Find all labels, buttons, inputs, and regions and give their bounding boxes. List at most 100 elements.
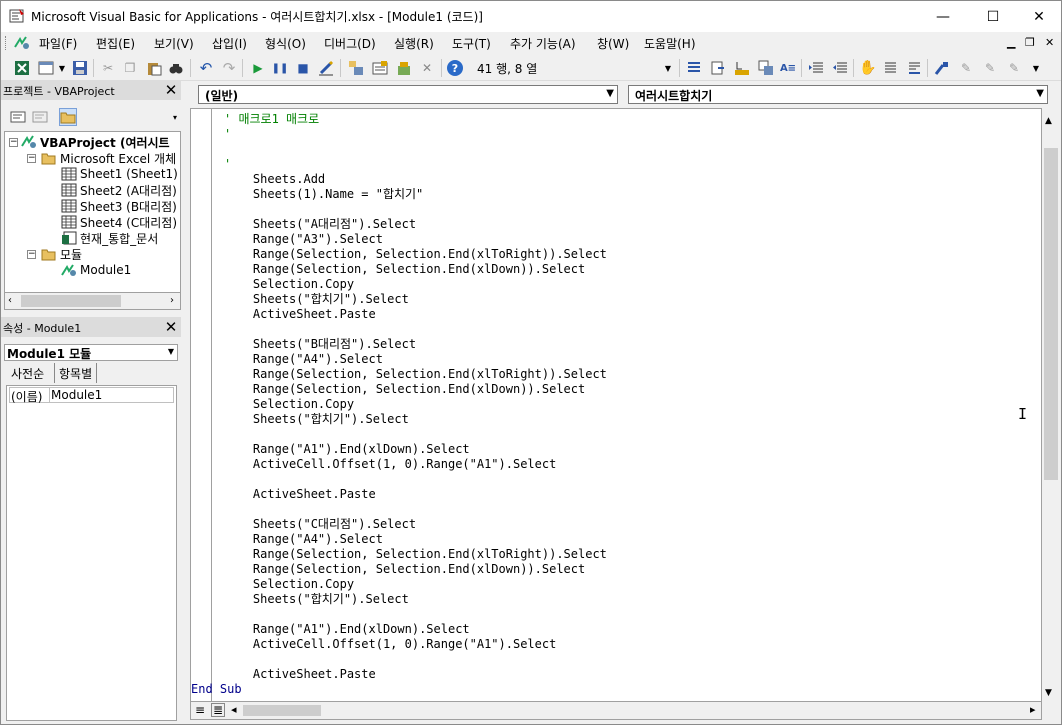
view-object-icon[interactable] — [31, 108, 49, 126]
mdi-restore-button[interactable]: ❐ — [1025, 36, 1035, 49]
code-line[interactable]: Sheets("합치기").Select — [224, 412, 607, 427]
code-line[interactable]: Selection.Copy — [224, 397, 607, 412]
minimize-button[interactable]: — — [920, 1, 966, 32]
code-line[interactable]: Range("A1").End(xlDown).Select — [224, 622, 607, 637]
code-line[interactable]: ' — [224, 127, 607, 142]
code-line[interactable]: Range("A3").Select — [224, 232, 607, 247]
tree-node-sheet4[interactable]: Sheet4 (C대리점) — [61, 214, 177, 230]
code-line[interactable]: Range(Selection, Selection.End(xlToRight… — [224, 367, 607, 382]
tree-node-sheet3[interactable]: Sheet3 (B대리점) — [61, 198, 177, 214]
outdent-icon[interactable] — [831, 59, 849, 77]
code-line[interactable] — [224, 142, 607, 157]
code-line[interactable]: Sheets("합치기").Select — [224, 592, 607, 607]
insert-dropdown-icon[interactable]: ▼ — [57, 59, 67, 77]
tab-categorized[interactable]: 항목별 — [54, 363, 98, 383]
project-pane-close-icon[interactable]: ✕ — [163, 81, 179, 99]
code-line[interactable]: ' 매크로1 매크로 — [224, 112, 607, 127]
object-browser-icon[interactable] — [395, 59, 413, 77]
toggle-bookmark-icon[interactable] — [933, 59, 951, 77]
help-icon[interactable]: ? — [446, 59, 464, 77]
mdi-minimize-button[interactable]: ▁ — [1007, 36, 1015, 49]
code-line[interactable]: Sheets(1).Name = "합치기" — [224, 187, 607, 202]
toggle-folders-icon[interactable] — [59, 108, 77, 126]
maximize-button[interactable]: ☐ — [970, 1, 1016, 32]
hscroll-thumb[interactable] — [21, 295, 121, 307]
complete-word-icon[interactable]: A≡ — [779, 59, 797, 77]
root-collapse-icon[interactable]: − — [9, 138, 18, 147]
menu-debug[interactable]: 디버그(D) — [324, 35, 376, 52]
code-line[interactable]: Range("A1").End(xlDown).Select — [224, 442, 607, 457]
code-line[interactable]: Range(Selection, Selection.End(xlDown)).… — [224, 382, 607, 397]
scroll-right-icon[interactable]: ▸ — [1030, 703, 1036, 716]
properties-icon[interactable] — [371, 59, 389, 77]
menu-edit[interactable]: 편집(E) — [96, 35, 135, 52]
code-line[interactable] — [224, 472, 607, 487]
vscroll-thumb[interactable] — [1044, 148, 1058, 480]
code-line[interactable]: Sheets("B대리점").Select — [224, 337, 607, 352]
vba-menu-icon[interactable] — [13, 35, 31, 51]
code-line[interactable] — [224, 652, 607, 667]
scroll-left-icon[interactable]: ‹ — [8, 295, 12, 306]
menu-help[interactable]: 도움말(H) — [644, 35, 696, 52]
tree-node-sheet1[interactable]: Sheet1 (Sheet1) — [61, 166, 178, 182]
object-combo[interactable]: (일반) ▼ — [198, 85, 618, 104]
code-line[interactable]: ' — [224, 157, 607, 172]
full-module-view-icon[interactable]: ≣ — [211, 703, 225, 717]
code-line[interactable] — [224, 322, 607, 337]
margin-indicator-bar[interactable] — [191, 109, 212, 701]
clear-bookmarks-icon[interactable]: ✎ — [1005, 59, 1023, 77]
procedure-view-icon[interactable]: ≡ — [195, 703, 205, 717]
design-mode-icon[interactable] — [317, 59, 335, 77]
tree-node-excel-objects[interactable]: Microsoft Excel 개체 — [41, 150, 176, 166]
toggle-breakpoint-icon[interactable]: ✋ — [859, 59, 877, 77]
code-line[interactable] — [224, 202, 607, 217]
code-line[interactable]: Range(Selection, Selection.End(xlDown)).… — [224, 262, 607, 277]
code-editor[interactable]: ' 매크로1 매크로 ' ' Sheets.Add Sheets(1).Name =… — [190, 108, 1042, 702]
scroll-left-icon[interactable]: ◂ — [231, 703, 237, 716]
uncomment-block-icon[interactable] — [905, 59, 923, 77]
menu-run[interactable]: 실행(R) — [394, 35, 434, 52]
code-line[interactable] — [224, 607, 607, 622]
copy-icon[interactable]: ❐ — [121, 59, 139, 77]
menu-window[interactable]: 창(W) — [597, 35, 629, 52]
indent-icon[interactable] — [807, 59, 825, 77]
code-line[interactable]: Range(Selection, Selection.End(xlToRight… — [224, 547, 607, 562]
code-line[interactable] — [224, 427, 607, 442]
code-line[interactable]: ActiveSheet.Paste — [224, 307, 607, 322]
menu-format[interactable]: 형식(O) — [265, 35, 306, 52]
tab-alphabetic[interactable]: 사전순 — [7, 363, 48, 383]
break-icon[interactable]: ❚❚ — [271, 59, 289, 77]
code-line[interactable]: Range(Selection, Selection.End(xlToRight… — [224, 247, 607, 262]
code-line[interactable]: ActiveCell.Offset(1, 0).Range("A1").Sele… — [224, 457, 607, 472]
code-hscrollbar[interactable]: ≡ ≣ ◂ ▸ — [190, 702, 1042, 720]
code-line[interactable]: Sheets.Add — [224, 172, 607, 187]
paste-icon[interactable] — [145, 59, 163, 77]
list-constants-icon[interactable] — [709, 59, 727, 77]
code-line[interactable]: Sheets("A대리점").Select — [224, 217, 607, 232]
run-icon[interactable]: ▶ — [249, 59, 267, 77]
next-bookmark-icon[interactable]: ✎ — [957, 59, 975, 77]
tree-node-thisworkbook[interactable]: 현재_통합_문서 — [61, 230, 158, 246]
view-code-icon[interactable] — [9, 108, 27, 126]
modules-collapse-icon[interactable]: − — [27, 250, 36, 259]
code-line[interactable]: ActiveSheet.Paste — [224, 667, 607, 682]
menu-file[interactable]: 파일(F) — [39, 35, 77, 52]
scroll-down-icon[interactable]: ▼ — [1045, 688, 1052, 698]
project-toolbar-overflow-icon[interactable]: ▾ — [173, 113, 177, 122]
previous-bookmark-icon[interactable]: ✎ — [981, 59, 999, 77]
property-value[interactable]: Module1 — [50, 388, 102, 402]
hscroll-thumb[interactable] — [243, 705, 321, 716]
toolbar-overflow-icon[interactable]: ▼ — [663, 59, 673, 77]
code-line[interactable] — [224, 502, 607, 517]
code-line[interactable]: Range("A4").Select — [224, 532, 607, 547]
menubar-grip-icon[interactable] — [5, 36, 8, 50]
redo-icon[interactable]: ↷ — [220, 59, 238, 77]
property-row-name[interactable]: (이름) Module1 — [9, 387, 174, 404]
insert-module-icon[interactable] — [37, 59, 55, 77]
scroll-right-icon[interactable]: › — [170, 295, 174, 306]
toolbox-icon[interactable]: ✕ — [418, 59, 436, 77]
parameter-info-icon[interactable] — [757, 59, 775, 77]
properties-object-select[interactable]: Module1 모듈 ▼ — [4, 344, 178, 361]
tree-node-vbaproject[interactable]: VBAProject (여러시트 — [21, 134, 170, 150]
list-properties-icon[interactable] — [685, 59, 703, 77]
